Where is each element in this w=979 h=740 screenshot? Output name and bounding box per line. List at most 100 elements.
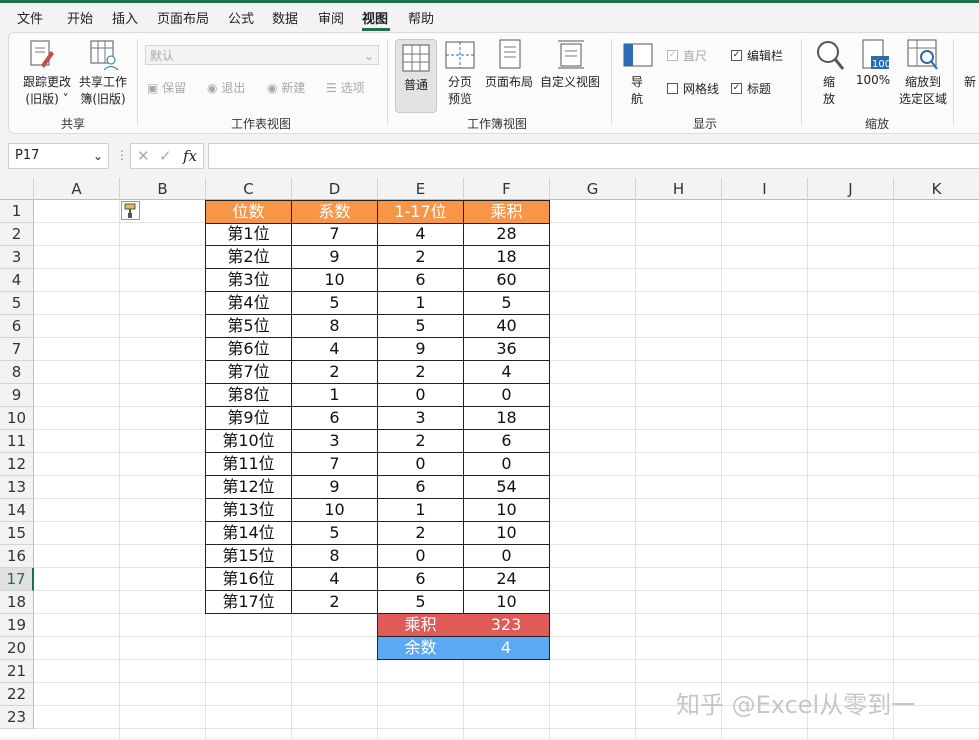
- table-cell[interactable]: 2: [377, 361, 464, 384]
- row-header-23[interactable]: 23: [0, 706, 34, 729]
- table-cell[interactable]: 第8位: [205, 384, 292, 407]
- menu-file[interactable]: 文件: [17, 8, 43, 27]
- column-header-i[interactable]: I: [722, 178, 808, 200]
- table-cell[interactable]: 0: [463, 545, 550, 568]
- new-button[interactable]: ◉ 新建: [267, 79, 305, 96]
- table-cell[interactable]: 第5位: [205, 315, 292, 338]
- menu-review[interactable]: 审阅: [318, 8, 344, 27]
- row-header-6[interactable]: 6: [0, 315, 34, 338]
- table-cell[interactable]: 2: [291, 361, 378, 384]
- table-cell[interactable]: 第11位: [205, 453, 292, 476]
- menu-home[interactable]: 开始: [67, 8, 93, 27]
- sheet-view-dropdown[interactable]: 默认 ⌄: [145, 45, 379, 65]
- table-cell[interactable]: 18: [463, 407, 550, 430]
- track-changes-button[interactable]: 跟踪更改 (旧版) ˅: [21, 73, 73, 107]
- column-header-b[interactable]: B: [120, 178, 206, 200]
- formula-bar-checkbox[interactable]: ✓: [731, 50, 742, 61]
- table-cell[interactable]: 10: [291, 269, 378, 292]
- name-box[interactable]: P17 ⌄: [8, 143, 109, 169]
- row-header-7[interactable]: 7: [0, 338, 34, 361]
- row-header-10[interactable]: 10: [0, 407, 34, 430]
- row-header-17[interactable]: 17: [0, 568, 34, 591]
- summary-value-cell[interactable]: 323: [463, 614, 550, 637]
- row-header-15[interactable]: 15: [0, 522, 34, 545]
- options-button[interactable]: ☰ 选项: [326, 79, 365, 96]
- table-cell[interactable]: 4: [291, 338, 378, 361]
- table-cell[interactable]: 第7位: [205, 361, 292, 384]
- paste-options-icon[interactable]: [121, 201, 140, 220]
- table-cell[interactable]: 第10位: [205, 430, 292, 453]
- share-workbook-button[interactable]: 共享工作 簿(旧版): [75, 73, 131, 107]
- table-cell[interactable]: 2: [291, 591, 378, 614]
- worksheet-grid[interactable]: A B C D E F G H I J K 1 2 3 4 5 6 7 8 9 10 11 12 13 14 15 16 17 18 19…: [0, 178, 979, 740]
- table-cell[interactable]: 0: [377, 453, 464, 476]
- menu-data[interactable]: 数据: [272, 8, 298, 27]
- table-cell[interactable]: 18: [463, 246, 550, 269]
- column-header-k[interactable]: K: [894, 178, 979, 200]
- table-cell[interactable]: 36: [463, 338, 550, 361]
- table-cell[interactable]: 1: [377, 499, 464, 522]
- row-header-18[interactable]: 18: [0, 591, 34, 614]
- table-cell[interactable]: 60: [463, 269, 550, 292]
- exit-button[interactable]: ◉ 退出: [207, 79, 245, 96]
- table-cell[interactable]: 5: [463, 292, 550, 315]
- table-cell[interactable]: 8: [291, 315, 378, 338]
- zoom-to-selection-button[interactable]: 缩放到 选定区域: [895, 73, 951, 107]
- table-cell[interactable]: 0: [463, 453, 550, 476]
- table-cell[interactable]: 第9位: [205, 407, 292, 430]
- insert-function-icon[interactable]: fx: [183, 147, 197, 165]
- new-window-button[interactable]: 新: [963, 73, 977, 90]
- summary-label-cell[interactable]: 乘积: [377, 614, 464, 637]
- select-all-corner[interactable]: [0, 178, 34, 200]
- row-header-8[interactable]: 8: [0, 361, 34, 384]
- page-layout-button[interactable]: 页面布局: [483, 73, 535, 90]
- table-cell[interactable]: 9: [377, 338, 464, 361]
- table-cell[interactable]: 6: [291, 407, 378, 430]
- table-cell[interactable]: 28: [463, 223, 550, 246]
- table-cell[interactable]: 第2位: [205, 246, 292, 269]
- table-cell[interactable]: 1: [291, 384, 378, 407]
- table-cell[interactable]: 第15位: [205, 545, 292, 568]
- column-header-a[interactable]: A: [34, 178, 120, 200]
- column-header-c[interactable]: C: [206, 178, 292, 200]
- table-cell[interactable]: 10: [463, 522, 550, 545]
- table-cell[interactable]: 2: [377, 430, 464, 453]
- headings-checkbox[interactable]: ✓: [731, 83, 742, 94]
- table-cell[interactable]: 0: [377, 384, 464, 407]
- row-header-19[interactable]: 19: [0, 614, 34, 637]
- row-header-21[interactable]: 21: [0, 660, 34, 683]
- row-header-22[interactable]: 22: [0, 683, 34, 706]
- summary-label-cell[interactable]: 余数: [377, 637, 464, 660]
- row-header-9[interactable]: 9: [0, 384, 34, 407]
- custom-view-button[interactable]: 自定义视图: [537, 73, 603, 90]
- column-header-g[interactable]: G: [550, 178, 636, 200]
- menu-help[interactable]: 帮助: [408, 8, 434, 27]
- page-break-preview-button[interactable]: 分页 预览: [441, 73, 479, 107]
- row-header-12[interactable]: 12: [0, 453, 34, 476]
- table-cell[interactable]: 3: [291, 430, 378, 453]
- table-cell[interactable]: 第13位: [205, 499, 292, 522]
- row-header-13[interactable]: 13: [0, 476, 34, 499]
- keep-button[interactable]: ▣ 保留: [147, 79, 186, 96]
- row-header-16[interactable]: 16: [0, 545, 34, 568]
- table-cell[interactable]: 9: [291, 246, 378, 269]
- menu-insert[interactable]: 插入: [112, 8, 138, 27]
- row-header-4[interactable]: 4: [0, 269, 34, 292]
- table-cell[interactable]: 4: [463, 361, 550, 384]
- normal-view-button[interactable]: 普通: [395, 39, 437, 113]
- zoom-100-button[interactable]: 100%: [855, 73, 891, 87]
- table-cell[interactable]: 第12位: [205, 476, 292, 499]
- table-cell[interactable]: 第6位: [205, 338, 292, 361]
- gridlines-checkbox[interactable]: [667, 83, 678, 94]
- menu-view[interactable]: 视图: [362, 8, 388, 27]
- row-header-5[interactable]: 5: [0, 292, 34, 315]
- table-cell[interactable]: 6: [377, 568, 464, 591]
- table-cell[interactable]: 24: [463, 568, 550, 591]
- table-cell[interactable]: 8: [291, 545, 378, 568]
- row-header-3[interactable]: 3: [0, 246, 34, 269]
- table-cell[interactable]: 5: [377, 315, 464, 338]
- table-cell[interactable]: 5: [377, 591, 464, 614]
- row-header-20[interactable]: 20: [0, 637, 34, 660]
- cancel-icon[interactable]: ✕: [137, 147, 150, 165]
- table-cell[interactable]: 4: [291, 568, 378, 591]
